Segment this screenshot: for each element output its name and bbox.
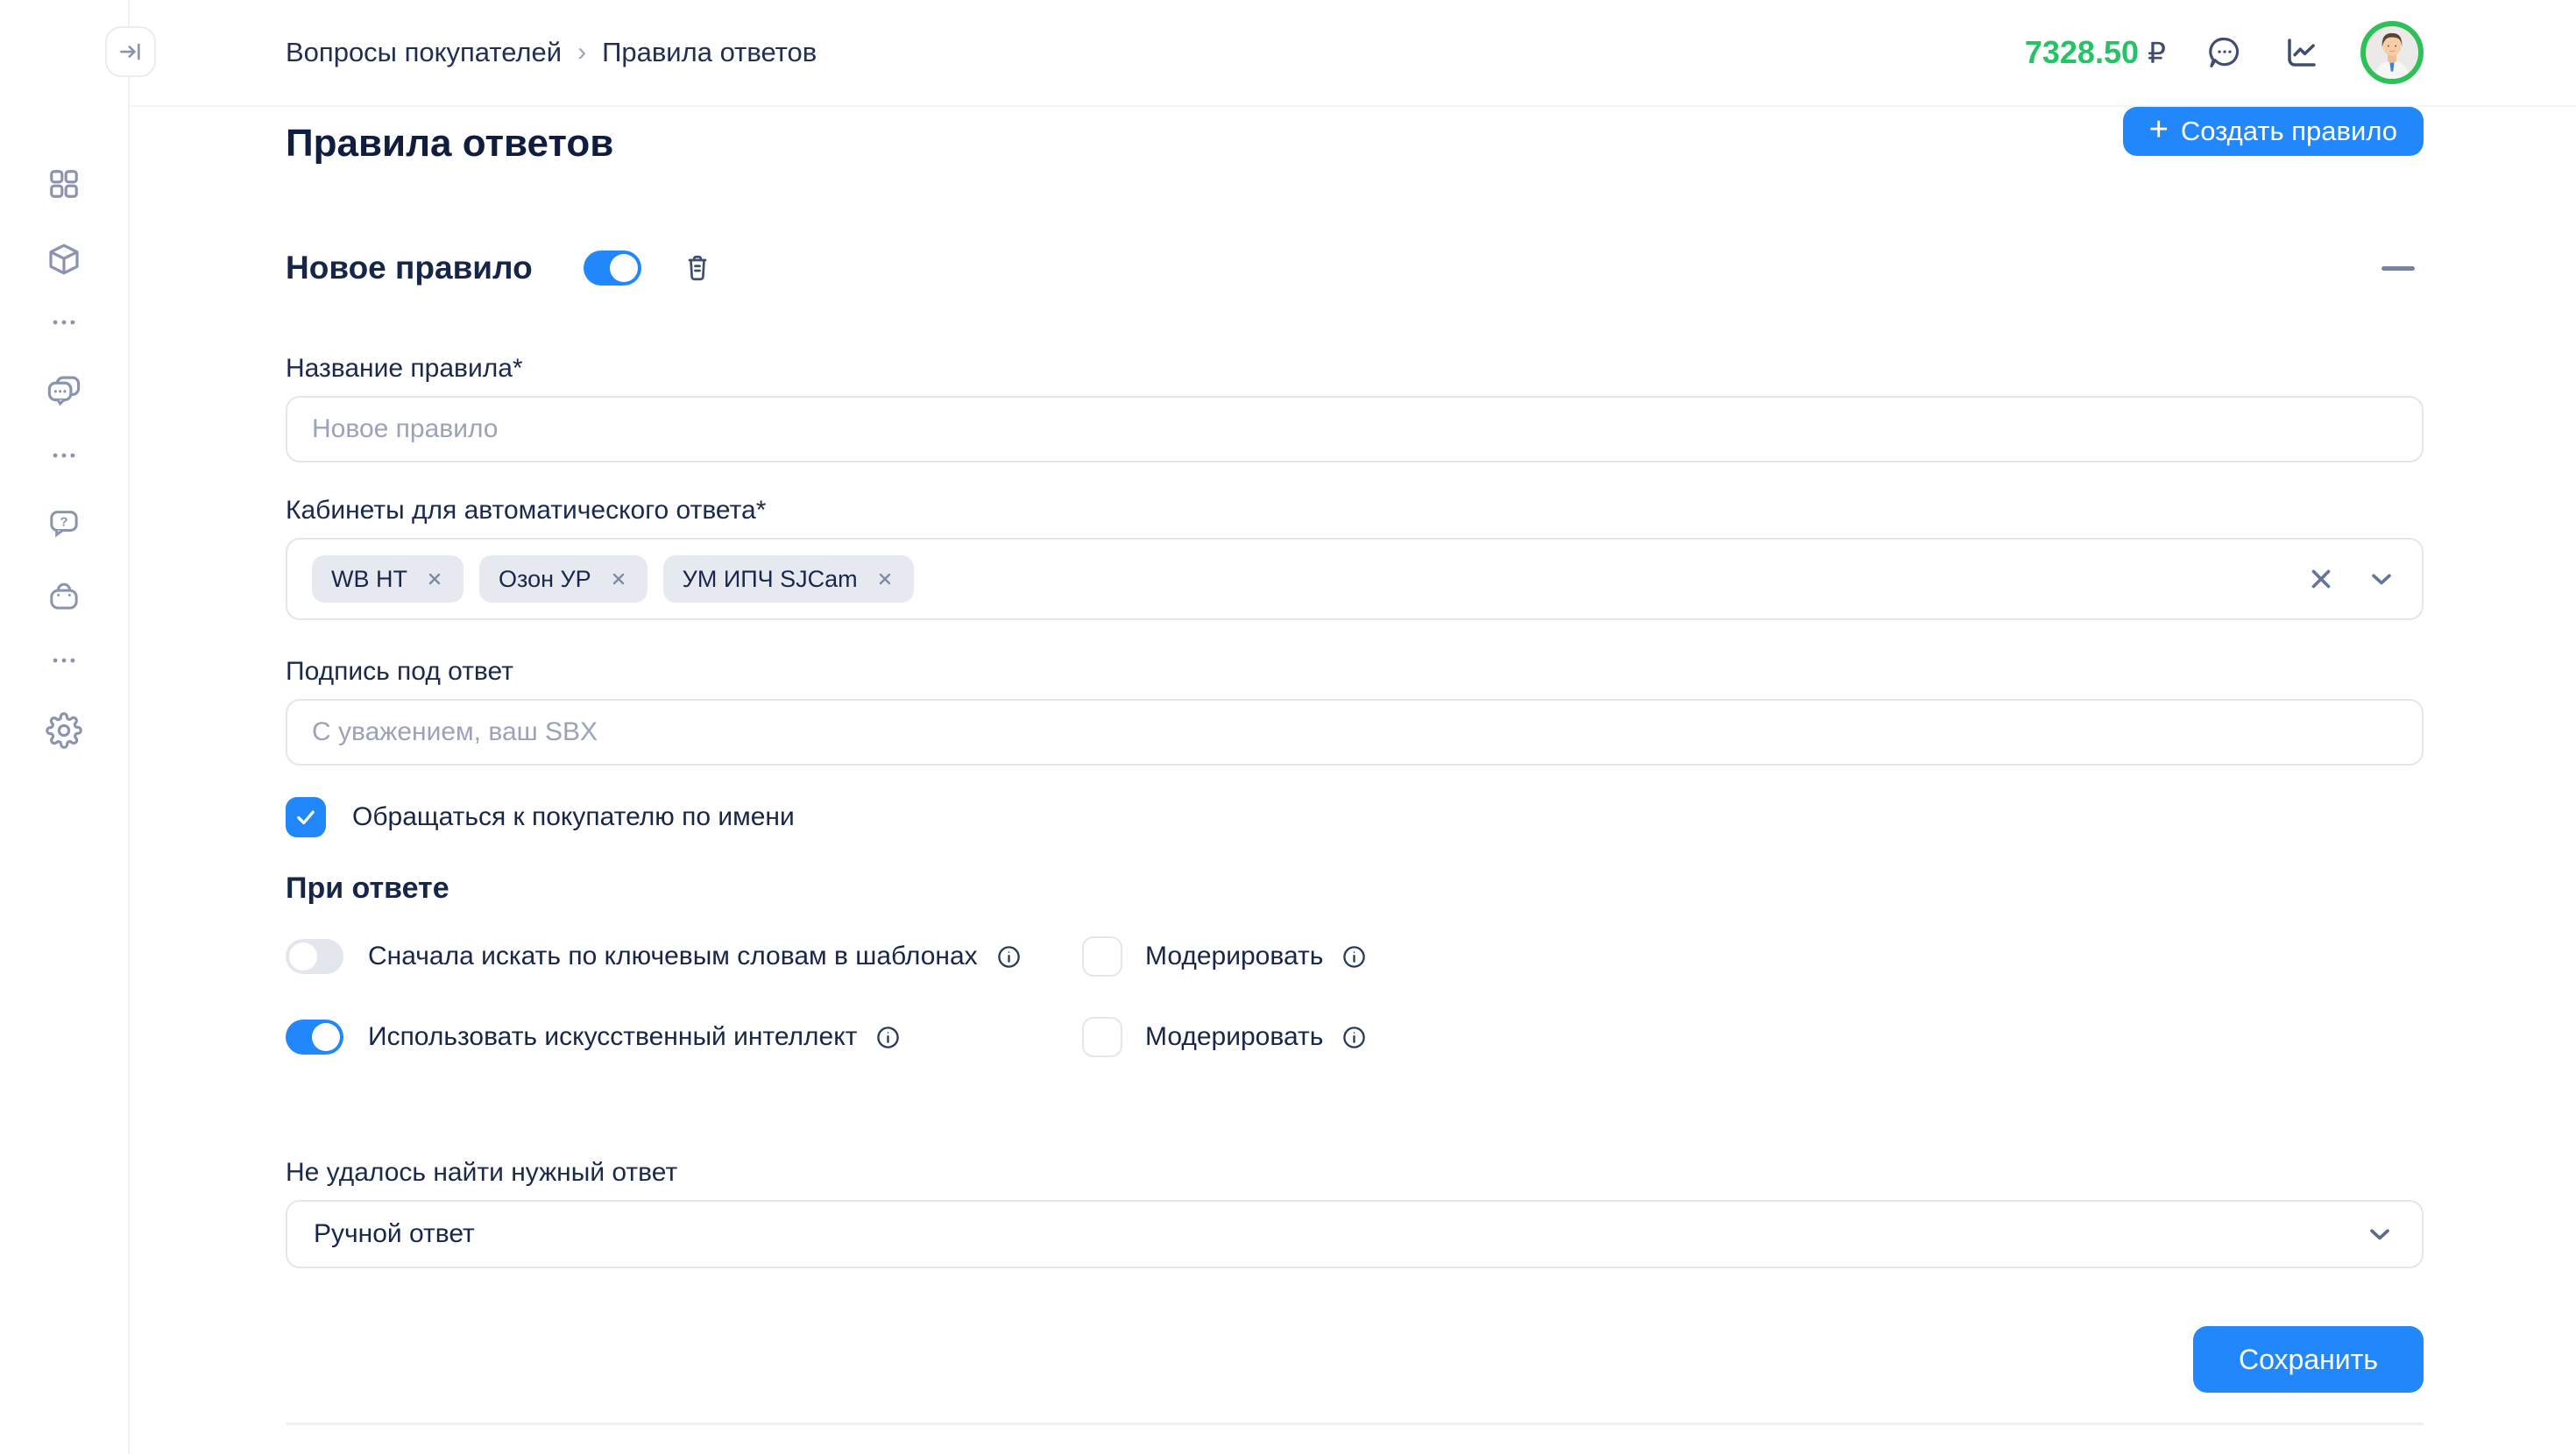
info-icon[interactable] xyxy=(874,1024,902,1051)
moderate-label: Модерировать xyxy=(1145,1022,1323,1052)
user-avatar[interactable] xyxy=(2360,21,2424,84)
cabinet-chips: WB НТ Озон УР УМ ИПЧ SJCam xyxy=(312,555,2292,603)
chip-label: WB НТ xyxy=(331,566,407,593)
section-divider xyxy=(286,1422,2424,1425)
breadcrumb-separator-icon: › xyxy=(577,38,586,67)
fallback-group: Не удалось найти нужный ответ Ручной отв… xyxy=(286,1156,2424,1268)
moderate-label: Модерировать xyxy=(1145,942,1323,971)
products-box-icon[interactable] xyxy=(36,231,92,287)
address-by-name-label: Обращаться к покупателю по имени xyxy=(352,802,795,832)
breadcrumb-current: Правила ответов xyxy=(602,37,817,68)
top-bar: Вопросы покупателей › Правила ответов 73… xyxy=(130,0,2576,107)
chevron-down-icon[interactable] xyxy=(2366,563,2397,595)
settings-gear-icon[interactable] xyxy=(36,702,92,759)
chevron-down-icon xyxy=(2364,1218,2396,1250)
toggle-knob xyxy=(312,1023,340,1051)
rule-title: Новое правило xyxy=(286,247,533,289)
fallback-label: Не удалось найти нужный ответ xyxy=(286,1156,2424,1189)
more-dots-icon[interactable] xyxy=(36,294,92,350)
delete-rule-icon[interactable] xyxy=(682,252,713,284)
cabinet-chip: УМ ИПЧ SJCam xyxy=(663,555,914,603)
info-icon[interactable] xyxy=(995,943,1023,971)
more-dots-icon[interactable] xyxy=(36,632,92,688)
chip-label: УМ ИПЧ SJCam xyxy=(683,566,858,593)
check-icon xyxy=(294,805,318,829)
dashboard-grid-icon[interactable] xyxy=(36,156,92,212)
cabinets-group: Кабинеты для автоматического ответа* WB … xyxy=(286,494,2424,620)
collapse-rule-icon[interactable] xyxy=(2373,258,2424,279)
chip-remove-icon[interactable] xyxy=(425,569,444,589)
cabinets-label: Кабинеты для автоматического ответа* xyxy=(286,494,2424,527)
info-icon[interactable] xyxy=(1341,1024,1368,1051)
fallback-selected-value: Ручной ответ xyxy=(314,1219,475,1249)
cabinets-multiselect[interactable]: WB НТ Озон УР УМ ИПЧ SJCam xyxy=(286,538,2424,620)
clear-all-icon[interactable] xyxy=(2306,564,2336,594)
chip-remove-icon[interactable] xyxy=(609,569,628,589)
signature-group: Подпись под ответ xyxy=(286,655,2424,766)
sidebar: ? xyxy=(0,0,130,1454)
keywords-label: Сначала искать по ключевым словам в шабл… xyxy=(368,942,978,971)
address-by-name-checkbox[interactable] xyxy=(286,797,326,837)
toggle-knob xyxy=(289,942,317,971)
arrow-to-bar-icon xyxy=(117,39,144,65)
page-title: Правила ответов xyxy=(286,107,613,168)
option-row-keywords: Сначала искать по ключевым словам в шабл… xyxy=(286,935,2424,978)
ai-label: Использовать искусственный интеллект xyxy=(368,1022,857,1052)
chats-icon[interactable] xyxy=(36,363,92,419)
moderate-group: Модерировать xyxy=(1082,936,1368,977)
balance[interactable]: 7328.50 ₽ xyxy=(2025,34,2166,71)
moderate-checkbox[interactable] xyxy=(1082,1017,1122,1057)
support-chat-icon[interactable] xyxy=(2206,34,2243,71)
breadcrumb: Вопросы покупателей › Правила ответов xyxy=(286,37,817,68)
sidebar-collapse-button[interactable] xyxy=(105,26,156,77)
toggle-knob xyxy=(610,254,638,282)
answer-section-title: При ответе xyxy=(286,869,2424,907)
multiselect-controls xyxy=(2306,563,2397,595)
ai-toggle[interactable] xyxy=(286,1020,343,1055)
chip-label: Озон УР xyxy=(499,566,591,593)
balance-amount: 7328.50 xyxy=(2025,34,2139,71)
marketplace-bag-icon[interactable] xyxy=(36,568,92,624)
questions-bubble-icon[interactable]: ? xyxy=(36,496,92,552)
signature-label: Подпись под ответ xyxy=(286,655,2424,688)
rule-name-label: Название правила* xyxy=(286,352,2424,385)
info-icon[interactable] xyxy=(1341,943,1368,971)
moderate-group: Модерировать xyxy=(1082,1017,1368,1057)
plus-icon: + xyxy=(2149,113,2169,146)
breadcrumb-parent[interactable]: Вопросы покупателей xyxy=(286,37,562,68)
fallback-select[interactable]: Ручной ответ xyxy=(286,1200,2424,1268)
cabinet-chip: WB НТ xyxy=(312,555,464,603)
rule-enabled-toggle[interactable] xyxy=(584,251,641,286)
main-content: Правила ответов + Создать правило Новое … xyxy=(130,107,2576,1454)
analytics-chart-icon[interactable] xyxy=(2283,34,2320,71)
keywords-toggle[interactable] xyxy=(286,939,343,974)
moderate-checkbox[interactable] xyxy=(1082,936,1122,977)
rule-name-input[interactable] xyxy=(286,396,2424,462)
create-rule-button-label: Создать правило xyxy=(2181,116,2397,147)
chip-remove-icon[interactable] xyxy=(875,569,895,589)
address-by-name-row[interactable]: Обращаться к покупателю по имени xyxy=(286,797,2424,837)
option-row-ai: Использовать искусственный интеллект Мод… xyxy=(286,1016,2424,1058)
rule-card-header: Новое правило xyxy=(286,247,2424,289)
ruble-sign: ₽ xyxy=(2148,36,2166,70)
create-rule-button[interactable]: + Создать правило xyxy=(2123,107,2424,156)
cabinet-chip: Озон УР xyxy=(479,555,648,603)
minus-icon xyxy=(2381,266,2415,271)
save-button[interactable]: Сохранить xyxy=(2193,1326,2424,1393)
svg-text:?: ? xyxy=(60,515,67,530)
rule-name-group: Название правила* xyxy=(286,352,2424,462)
more-dots-icon[interactable] xyxy=(36,427,92,483)
signature-input[interactable] xyxy=(286,699,2424,766)
